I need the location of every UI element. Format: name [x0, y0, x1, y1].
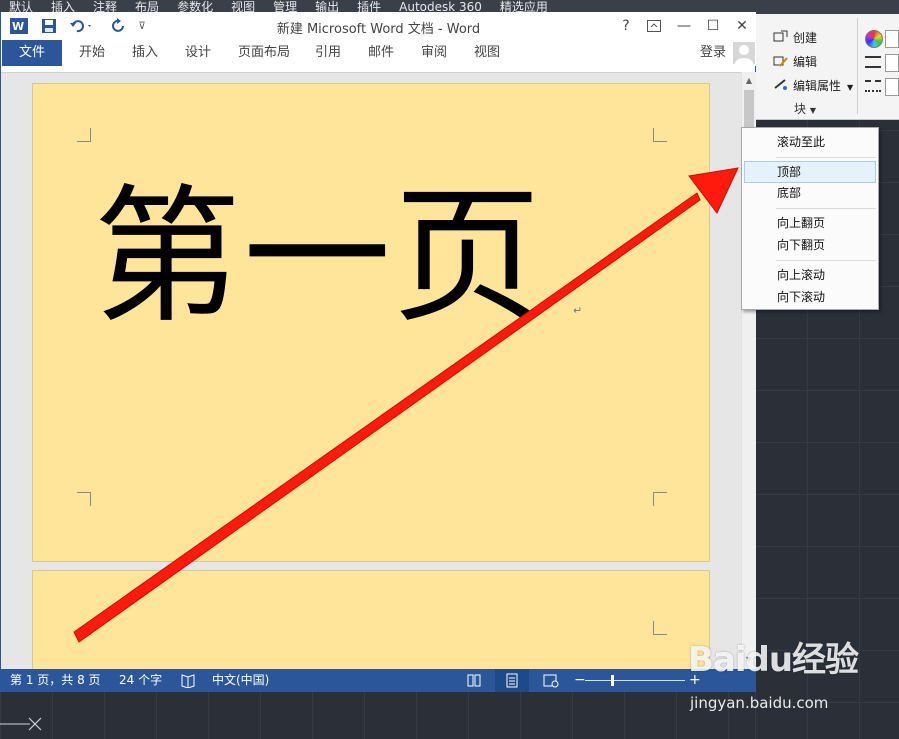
page-2[interactable] [32, 570, 710, 669]
autocad-drawing-canvas-bottom[interactable] [0, 692, 755, 739]
margin-corner-mark [77, 492, 91, 506]
menu-item-page-up[interactable]: 向上翻页 [744, 212, 876, 234]
block-edit-label: 编辑 [793, 55, 818, 69]
block-edit-icon [773, 56, 788, 67]
sign-in-link[interactable]: 登录 [700, 40, 726, 66]
margin-corner-mark [77, 128, 91, 142]
watermark-url: jingyan.baidu.com [690, 694, 829, 712]
page-heading-text[interactable]: 第一页 [93, 172, 543, 342]
ribbon-tabs: 文件 开始 插入 设计 页面布局 引用 邮件 审阅 视图 登录 [1, 40, 756, 66]
tab-file[interactable]: 文件 [2, 40, 62, 66]
block-edit-button[interactable]: 编辑 [773, 52, 817, 72]
tab-references[interactable]: 引用 [315, 40, 341, 66]
print-layout-button[interactable] [495, 669, 529, 692]
page-count-status[interactable]: 第 1 页，共 8 页 [10, 669, 101, 692]
ribbon-display-icon [647, 20, 661, 32]
tab-insert[interactable]: 插入 [132, 40, 158, 66]
margin-corner-mark [653, 621, 667, 635]
menu-item-page-down[interactable]: 向下翻页 [744, 234, 876, 256]
tab-page-layout[interactable]: 页面布局 [238, 40, 290, 66]
tab-view[interactable]: 视图 [474, 40, 500, 66]
block-create-button[interactable]: 创建 [773, 28, 817, 48]
linetype-icon[interactable] [865, 80, 881, 92]
read-mode-icon[interactable] [466, 673, 482, 688]
margin-corner-mark [653, 128, 667, 142]
tab-review[interactable]: 审阅 [421, 40, 447, 66]
scrollbar-thumb[interactable] [744, 90, 754, 130]
autocad-block-panel: 创建 编辑 编辑属性 ▼ 块 ▼ [755, 14, 899, 120]
block-edit-attr-button[interactable]: 编辑属性 ▼ [773, 76, 853, 96]
help-button[interactable]: ? [615, 16, 637, 36]
menu-item-scroll-here[interactable]: 滚动至此 [744, 131, 876, 153]
block-panel-title[interactable]: 块 ▼ [755, 100, 855, 120]
tab-mailings[interactable]: 邮件 [368, 40, 394, 66]
maximize-button[interactable]: ☐ [702, 16, 724, 36]
chevron-down-icon: ▼ [847, 83, 854, 92]
block-panel-title-text: 块 [794, 102, 807, 116]
paragraph-mark: ↵ [573, 304, 583, 317]
status-bar: 第 1 页，共 8 页 24 个字 中文(中国) − + [1, 669, 756, 692]
close-button[interactable]: ✕ [731, 16, 753, 36]
word-window: W ⊽ 新建 Microsoft Word 文档 - Word ? — ☐ ✕ … [0, 12, 756, 692]
block-create-label: 创建 [793, 31, 818, 45]
user-icon [735, 45, 753, 64]
tab-design[interactable]: 设计 [185, 40, 211, 66]
avatar[interactable] [733, 42, 755, 64]
color-wheel-icon[interactable] [865, 30, 883, 48]
zoom-out-button[interactable]: − [574, 669, 586, 692]
title-bar: W ⊽ 新建 Microsoft Word 文档 - Word ? — ☐ ✕ [1, 12, 756, 40]
menu-divider [776, 260, 876, 261]
linetype-dropdown[interactable] [885, 78, 899, 96]
tab-home[interactable]: 开始 [79, 40, 105, 66]
menu-divider [776, 157, 876, 158]
print-layout-icon [506, 673, 518, 688]
menu-item-bottom[interactable]: 底部 [744, 182, 876, 204]
margin-corner-mark [653, 492, 667, 506]
ribbon-divider [857, 18, 858, 114]
web-layout-icon[interactable] [543, 673, 559, 688]
ucs-axis-icon [0, 717, 42, 731]
page-1[interactable]: 第一页 ↵ [32, 83, 710, 562]
lineweight-icon[interactable] [865, 56, 881, 68]
language-status[interactable]: 中文(中国) [212, 669, 269, 692]
block-create-icon [773, 30, 788, 42]
menu-item-scroll-up[interactable]: 向上滚动 [744, 264, 876, 286]
zoom-slider-thumb[interactable] [611, 675, 614, 686]
scroll-up-arrow-icon[interactable]: ▲ [742, 74, 756, 88]
edit-attribute-icon [774, 79, 787, 90]
menu-item-scroll-down[interactable]: 向下滚动 [744, 286, 876, 308]
ribbon-display-options-button[interactable] [643, 16, 665, 36]
minimize-button[interactable]: — [673, 16, 695, 36]
menu-divider [776, 208, 876, 209]
chevron-down-icon: ▼ [809, 106, 816, 115]
baidu-jingyan-watermark: Baidu经验 jingyan.baidu.com [688, 640, 899, 720]
scrollbar-context-menu: 滚动至此 顶部 底部 向上翻页 向下翻页 向上滚动 向下滚动 [741, 127, 879, 310]
color-dropdown[interactable] [885, 30, 899, 48]
word-count-status[interactable]: 24 个字 [119, 669, 162, 692]
watermark-brand: Baidu经验 [688, 640, 859, 680]
proofing-book-icon[interactable] [180, 673, 196, 688]
block-edit-attr-label: 编辑属性 [793, 79, 842, 93]
zoom-slider[interactable] [585, 680, 685, 681]
margin-corner-mark [77, 621, 91, 635]
document-area[interactable]: 第一页 ↵ [1, 72, 741, 669]
menu-item-top[interactable]: 顶部 [744, 161, 876, 183]
lineweight-dropdown[interactable] [885, 54, 899, 72]
